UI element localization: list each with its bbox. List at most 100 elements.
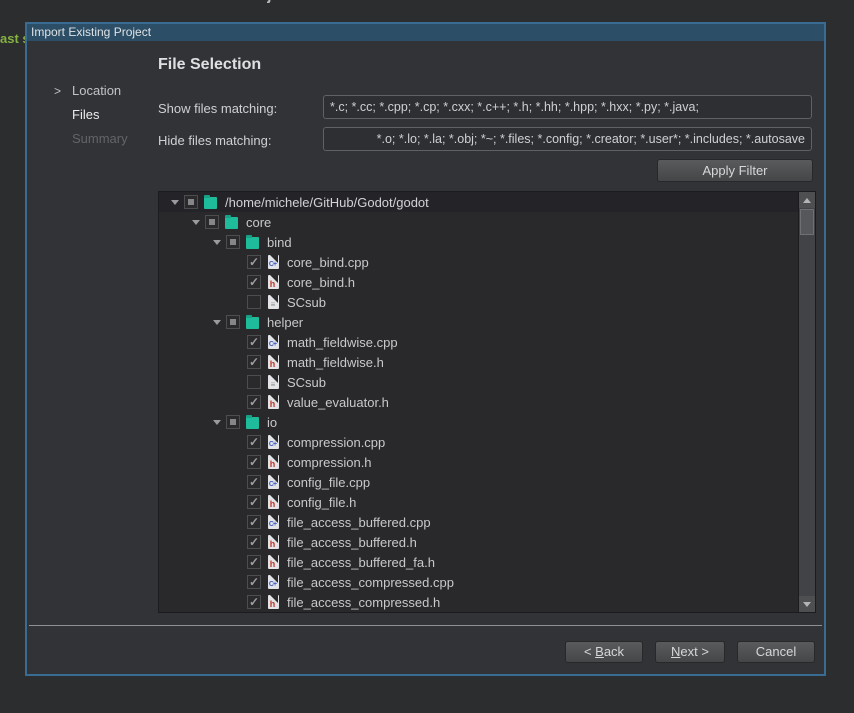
- tree-item-label: compression.cpp: [287, 435, 385, 450]
- h-file-icon: h: [268, 535, 279, 549]
- cpp-file-icon: C+: [268, 575, 279, 589]
- scroll-down-icon[interactable]: [799, 596, 815, 612]
- next-button[interactable]: Next >: [655, 641, 725, 663]
- hide-files-label: Hide files matching:: [158, 133, 271, 148]
- item-checkbox-checked[interactable]: ✓: [247, 535, 261, 549]
- cancel-button[interactable]: Cancel: [737, 641, 815, 663]
- h-file-icon: h: [268, 555, 279, 569]
- item-checkbox-unchecked[interactable]: [247, 375, 261, 389]
- tree-item-label: core_bind.cpp: [287, 255, 369, 270]
- tree-row[interactable]: ✓ h file_access_compressed.h: [159, 592, 798, 612]
- tree-item-label: config_file.h: [287, 495, 356, 510]
- dialog-titlebar[interactable]: Import Existing Project: [27, 24, 824, 41]
- item-checkbox-checked[interactable]: ✓: [247, 435, 261, 449]
- item-checkbox-partial[interactable]: [184, 195, 198, 209]
- background-recent-projects-label: Recent Projects: [188, 0, 301, 4]
- wizard-step-location: Location: [72, 83, 121, 98]
- item-checkbox-checked[interactable]: ✓: [247, 555, 261, 569]
- tree-scrollbar[interactable]: [798, 192, 815, 612]
- tree-item-label: core_bind.h: [287, 275, 355, 290]
- item-checkbox-checked[interactable]: ✓: [247, 495, 261, 509]
- tree-row[interactable]: ✓ h config_file.h: [159, 492, 798, 512]
- expand-collapse-icon[interactable]: [187, 220, 205, 225]
- back-button[interactable]: < Back: [565, 641, 643, 663]
- tree-row[interactable]: ✓ C+ file_access_compressed.cpp: [159, 572, 798, 592]
- item-checkbox-partial[interactable]: [226, 235, 240, 249]
- tree-row[interactable]: ✓ C+ compression.cpp: [159, 432, 798, 452]
- tree-item-label: SCsub: [287, 375, 326, 390]
- tree-item-label: value_evaluator.h: [287, 395, 389, 410]
- tree-row[interactable]: ✓hmath_fieldwise.h: [159, 352, 798, 372]
- tree-item-label: math_fieldwise.cpp: [287, 335, 398, 350]
- tree-item-label: file_access_buffered.h: [287, 535, 417, 550]
- item-checkbox-checked[interactable]: ✓: [247, 395, 261, 409]
- wizard-step-summary: Summary: [72, 131, 128, 146]
- expand-collapse-icon[interactable]: [208, 320, 226, 325]
- item-checkbox-checked[interactable]: ✓: [247, 355, 261, 369]
- tree-item-label: file_access_compressed.cpp: [287, 575, 454, 590]
- item-checkbox-checked[interactable]: ✓: [247, 475, 261, 489]
- h-file-icon: h: [268, 595, 279, 609]
- h-file-icon: h: [268, 495, 279, 509]
- file-tree-rows: /home/michele/GitHub/Godot/godot core bind…: [159, 192, 798, 612]
- tree-row[interactable]: ✓ C+ core_bind.cpp: [159, 252, 798, 272]
- tree-item-label: file_access_buffered.cpp: [287, 515, 431, 530]
- folder-icon: [225, 217, 238, 229]
- tree-item-label: file_access_compressed.h: [287, 595, 440, 610]
- cpp-file-icon: C+: [268, 435, 279, 449]
- folder-icon: [246, 317, 259, 329]
- tree-item-label: /home/michele/GitHub/Godot/godot: [225, 195, 429, 210]
- footer-separator: [29, 625, 822, 626]
- tree-row[interactable]: ≡SCsub: [159, 372, 798, 392]
- tree-row[interactable]: io: [159, 412, 798, 432]
- cpp-file-icon: C+: [268, 255, 279, 269]
- expand-collapse-icon[interactable]: [166, 200, 184, 205]
- h-file-icon: h: [268, 455, 279, 469]
- expand-collapse-icon[interactable]: [208, 240, 226, 245]
- tree-item-label: SCsub: [287, 295, 326, 310]
- tree-row[interactable]: ✓C+file_access_buffered.cpp: [159, 512, 798, 532]
- item-checkbox-partial[interactable]: [226, 415, 240, 429]
- item-checkbox-checked[interactable]: ✓: [247, 275, 261, 289]
- tree-row[interactable]: ✓C+config_file.cpp: [159, 472, 798, 492]
- h-file-icon: h: [268, 275, 279, 289]
- dialog-title: Import Existing Project: [31, 25, 151, 39]
- tree-row[interactable]: ✓C+math_fieldwise.cpp: [159, 332, 798, 352]
- tree-item-label: compression.h: [287, 455, 372, 470]
- text-file-icon: ≡: [268, 295, 279, 309]
- item-checkbox-checked[interactable]: ✓: [247, 335, 261, 349]
- tree-row[interactable]: ✓ h compression.h: [159, 452, 798, 472]
- tree-row[interactable]: helper: [159, 312, 798, 332]
- item-checkbox-checked[interactable]: ✓: [247, 575, 261, 589]
- tree-item-label: file_access_buffered_fa.h: [287, 555, 435, 570]
- item-checkbox-checked[interactable]: ✓: [247, 595, 261, 609]
- tree-row[interactable]: core: [159, 212, 798, 232]
- scroll-up-icon[interactable]: [799, 192, 815, 208]
- page-title: File Selection: [158, 56, 261, 74]
- expand-collapse-icon[interactable]: [208, 420, 226, 425]
- item-checkbox-checked[interactable]: ✓: [247, 515, 261, 529]
- show-files-label: Show files matching:: [158, 101, 277, 116]
- item-checkbox-checked[interactable]: ✓: [247, 455, 261, 469]
- tree-row[interactable]: ✓ h core_bind.h: [159, 272, 798, 292]
- tree-row[interactable]: ✓hvalue_evaluator.h: [159, 392, 798, 412]
- tree-row[interactable]: bind: [159, 232, 798, 252]
- item-checkbox-partial[interactable]: [226, 315, 240, 329]
- tree-item-label: core: [246, 215, 271, 230]
- hide-files-input[interactable]: *.o; *.lo; *.la; *.obj; *~; *.files; *.c…: [323, 127, 812, 151]
- tree-row[interactable]: ≡ SCsub: [159, 292, 798, 312]
- file-tree: /home/michele/GitHub/Godot/godot core bind…: [158, 191, 816, 613]
- tree-row[interactable]: /home/michele/GitHub/Godot/godot: [159, 192, 798, 212]
- tree-row[interactable]: ✓ h file_access_buffered_fa.h: [159, 552, 798, 572]
- scrollbar-thumb[interactable]: [800, 209, 814, 235]
- apply-filter-button[interactable]: Apply Filter: [657, 159, 813, 182]
- item-checkbox-partial[interactable]: [205, 215, 219, 229]
- h-file-icon: h: [268, 355, 279, 369]
- tree-item-label: helper: [267, 315, 303, 330]
- folder-icon: [246, 237, 259, 249]
- item-checkbox-unchecked[interactable]: [247, 295, 261, 309]
- folder-icon: [246, 417, 259, 429]
- item-checkbox-checked[interactable]: ✓: [247, 255, 261, 269]
- show-files-input[interactable]: *.c; *.cc; *.cpp; *.cp; *.cxx; *.c++; *.…: [323, 95, 812, 119]
- tree-row[interactable]: ✓ h file_access_buffered.h: [159, 532, 798, 552]
